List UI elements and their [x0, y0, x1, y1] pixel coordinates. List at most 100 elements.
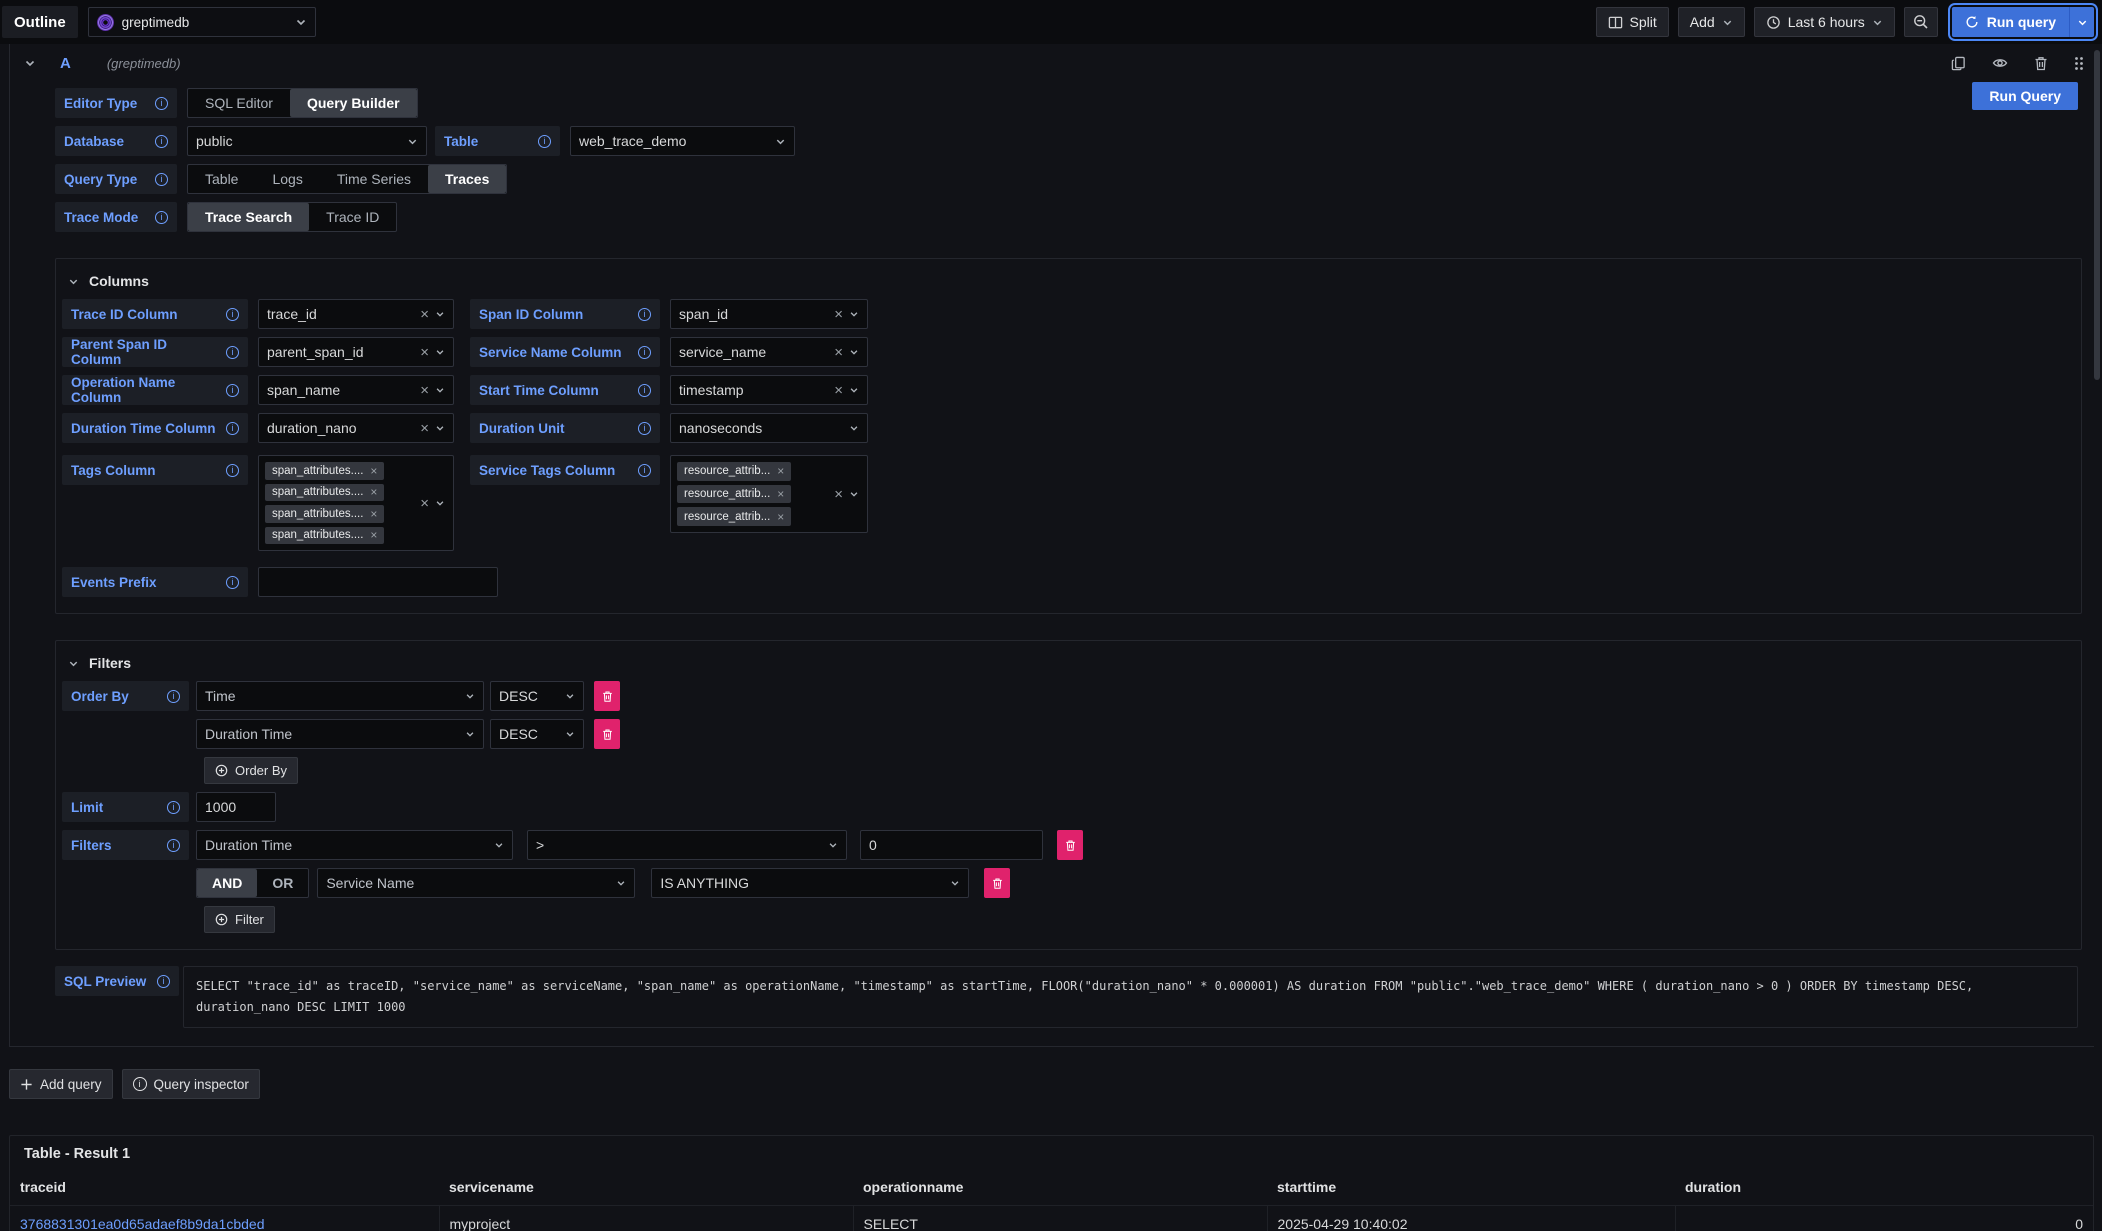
start-time-column-select[interactable]: timestamp× [670, 375, 868, 405]
service-tag-chip[interactable]: resource_attrib...× [677, 462, 791, 481]
info-icon[interactable]: i [226, 384, 239, 397]
info-icon[interactable]: i [226, 308, 239, 321]
tags-column-multiselect[interactable]: span_attributes....× span_attributes....… [258, 455, 454, 551]
trace-id-column-select[interactable]: trace_id× [258, 299, 454, 329]
trace-id-link[interactable]: 3768831301ea0d65adaef8b9da1cbded [10, 1206, 439, 1231]
query-row-header[interactable]: A (greptimedb) [10, 44, 2094, 78]
query-type-option-time-series[interactable]: Time Series [320, 165, 428, 193]
clear-icon[interactable]: × [420, 383, 429, 398]
clear-icon[interactable]: × [420, 421, 429, 436]
remove-chip-icon[interactable]: × [370, 486, 377, 498]
hide-response-eye-button[interactable] [1992, 55, 2008, 71]
tag-chip[interactable]: span_attributes....× [265, 527, 384, 545]
info-icon[interactable]: i [167, 839, 180, 852]
clear-icon[interactable]: × [834, 345, 843, 360]
info-icon[interactable]: i [155, 97, 168, 110]
table-select[interactable]: web_trace_demo [570, 126, 795, 156]
info-icon[interactable]: i [155, 135, 168, 148]
clear-all-icon[interactable]: × [420, 496, 429, 511]
info-icon[interactable]: i [226, 422, 239, 435]
order-by-field-select[interactable]: Time [196, 681, 484, 711]
info-icon[interactable]: i [538, 135, 551, 148]
filter-operator-select[interactable]: IS ANYTHING [651, 868, 969, 898]
order-by-direction-select[interactable]: DESC [490, 681, 584, 711]
span-id-column-select[interactable]: span_id× [670, 299, 868, 329]
remove-chip-icon[interactable]: × [777, 511, 784, 523]
remove-chip-icon[interactable]: × [370, 465, 377, 477]
remove-chip-icon[interactable]: × [777, 465, 784, 477]
column-header-starttime[interactable]: starttime [1267, 1171, 1675, 1206]
duplicate-query-button[interactable] [1951, 56, 1966, 71]
service-name-column-select[interactable]: service_name× [670, 337, 868, 367]
remove-filter-button[interactable] [1057, 830, 1083, 860]
info-icon[interactable]: i [226, 576, 239, 589]
add-order-by-button[interactable]: Order By [204, 757, 298, 784]
columns-section-toggle[interactable]: Columns [62, 269, 2069, 299]
database-select[interactable]: public [187, 126, 427, 156]
events-prefix-input[interactable] [258, 567, 498, 597]
column-header-traceid[interactable]: traceid [10, 1171, 439, 1206]
zoom-out-button[interactable] [1904, 7, 1938, 37]
query-type-option-logs[interactable]: Logs [255, 165, 319, 193]
service-tag-chip[interactable]: resource_attrib...× [677, 507, 791, 526]
add-filter-button[interactable]: Filter [204, 906, 275, 933]
clear-icon[interactable]: × [420, 345, 429, 360]
order-by-field-select[interactable]: Duration Time [196, 719, 484, 749]
tag-chip[interactable]: span_attributes....× [265, 505, 384, 523]
datasource-picker[interactable]: greptimedb [88, 7, 316, 37]
clear-all-icon[interactable]: × [834, 487, 843, 502]
remove-filter-button[interactable] [984, 868, 1010, 898]
clear-icon[interactable]: × [420, 307, 429, 322]
remove-order-by-button[interactable] [594, 719, 620, 749]
filter-field-select[interactable]: Duration Time [196, 830, 513, 860]
filters-section-toggle[interactable]: Filters [62, 651, 2069, 681]
parent-span-id-column-select[interactable]: parent_span_id× [258, 337, 454, 367]
add-button[interactable]: Add [1678, 7, 1745, 37]
info-icon[interactable]: i [157, 975, 170, 988]
remove-chip-icon[interactable]: × [370, 529, 377, 541]
remove-chip-icon[interactable]: × [370, 508, 377, 520]
tag-chip[interactable]: span_attributes....× [265, 484, 384, 502]
info-icon[interactable]: i [226, 464, 239, 477]
remove-chip-icon[interactable]: × [777, 488, 784, 500]
duration-unit-select[interactable]: nanoseconds [670, 413, 868, 443]
info-icon[interactable]: i [167, 801, 180, 814]
column-header-operationname[interactable]: operationname [853, 1171, 1267, 1206]
trace-mode-option-trace-search[interactable]: Trace Search [188, 203, 309, 231]
info-icon[interactable]: i [638, 422, 651, 435]
editor-type-option-sql-editor[interactable]: SQL Editor [188, 89, 290, 117]
column-header-duration[interactable]: duration [1675, 1171, 2093, 1206]
info-icon[interactable]: i [226, 346, 239, 359]
info-icon[interactable]: i [167, 690, 180, 703]
editor-run-query-button[interactable]: Run Query [1972, 82, 2078, 110]
service-tag-chip[interactable]: resource_attrib...× [677, 485, 791, 504]
info-icon[interactable]: i [155, 211, 168, 224]
tag-chip[interactable]: span_attributes....× [265, 462, 384, 480]
clear-icon[interactable]: × [834, 383, 843, 398]
clear-icon[interactable]: × [834, 307, 843, 322]
filter-operator-select[interactable]: > [527, 830, 847, 860]
page-scrollbar[interactable] [2094, 50, 2100, 380]
trace-mode-option-trace-id[interactable]: Trace ID [309, 203, 396, 231]
drag-handle-icon[interactable] [2074, 56, 2084, 71]
delete-query-button[interactable] [2034, 56, 2048, 71]
run-query-button[interactable]: Run query [1952, 7, 2069, 37]
info-icon[interactable]: i [638, 308, 651, 321]
or-option[interactable]: OR [257, 869, 308, 897]
operation-name-column-select[interactable]: span_name× [258, 375, 454, 405]
limit-input[interactable] [196, 792, 276, 822]
split-button[interactable]: Split [1596, 7, 1669, 37]
query-inspector-button[interactable]: i Query inspector [122, 1069, 260, 1099]
add-query-button[interactable]: Add query [9, 1069, 113, 1099]
info-icon[interactable]: i [155, 173, 168, 186]
info-icon[interactable]: i [638, 464, 651, 477]
duration-time-column-select[interactable]: duration_nano× [258, 413, 454, 443]
service-tags-column-multiselect[interactable]: resource_attrib...× resource_attrib...× … [670, 455, 868, 533]
editor-type-option-query-builder[interactable]: Query Builder [290, 89, 417, 117]
remove-order-by-button[interactable] [594, 681, 620, 711]
info-icon[interactable]: i [638, 346, 651, 359]
order-by-direction-select[interactable]: DESC [490, 719, 584, 749]
column-header-servicename[interactable]: servicename [439, 1171, 853, 1206]
filter-field-select[interactable]: Service Name [317, 868, 635, 898]
and-option[interactable]: AND [197, 869, 257, 897]
